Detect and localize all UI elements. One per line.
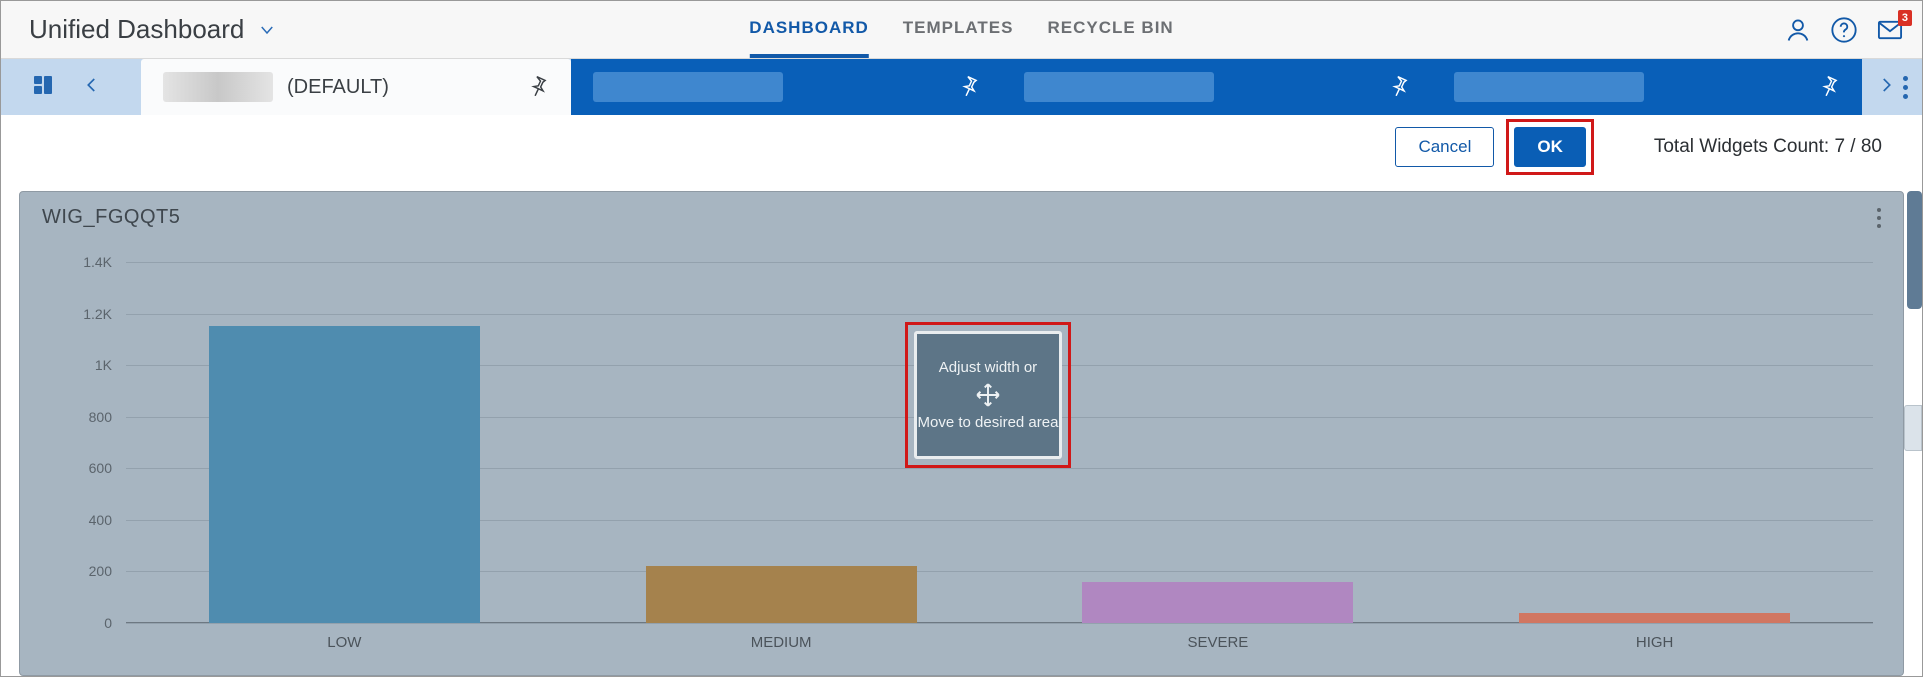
y-tick: 800 bbox=[60, 409, 120, 425]
pin-icon[interactable] bbox=[958, 74, 980, 101]
x-label: MEDIUM bbox=[563, 634, 1000, 651]
y-tick: 400 bbox=[60, 512, 120, 528]
tab-scroll-left[interactable] bbox=[83, 76, 101, 99]
drag-tile-text-2: Move to desired area bbox=[918, 414, 1059, 431]
action-row: Cancel OK Total Widgets Count: 7 / 80 bbox=[1, 115, 1922, 179]
widget-menu-icon[interactable] bbox=[1877, 208, 1881, 228]
title-right-icons: 3 bbox=[1784, 16, 1904, 44]
side-expand-handle[interactable] bbox=[1904, 405, 1922, 451]
widget-count-prefix: Total Widgets Count: bbox=[1654, 136, 1835, 157]
tab-name-redacted bbox=[593, 72, 783, 102]
tab-2[interactable] bbox=[571, 59, 1001, 115]
tab-scroll-right[interactable] bbox=[1877, 76, 1895, 99]
tab-strip-left-controls bbox=[1, 59, 141, 115]
pin-icon[interactable] bbox=[1388, 74, 1410, 101]
tab-strip-menu-icon[interactable] bbox=[1903, 76, 1908, 99]
x-label: LOW bbox=[126, 634, 563, 651]
widget-card: WIG_FGQQT5 0 200 400 600 800 1K 1.2K 1.4K LOWME… bbox=[19, 191, 1904, 676]
pin-icon[interactable] bbox=[1818, 74, 1840, 101]
drag-tile[interactable]: Adjust width or Move to desired area bbox=[914, 331, 1062, 459]
drag-tile-highlight: Adjust width or Move to desired area bbox=[905, 322, 1071, 468]
bar[interactable] bbox=[1082, 582, 1353, 623]
title-bar: Unified Dashboard DASHBOARD TEMPLATES RE… bbox=[1, 1, 1922, 59]
tab-3[interactable] bbox=[1002, 59, 1432, 115]
nav-dashboard[interactable]: DASHBOARD bbox=[749, 1, 869, 58]
y-axis: 02004006008001K1.2K1.4K bbox=[60, 262, 120, 623]
tab-4[interactable] bbox=[1432, 59, 1862, 115]
nav-templates[interactable]: TEMPLATES bbox=[903, 1, 1014, 58]
y-tick: 0 bbox=[60, 615, 120, 631]
bar-slot: LOW bbox=[126, 262, 563, 623]
cancel-button[interactable]: Cancel bbox=[1395, 127, 1494, 167]
title-dropdown-caret[interactable] bbox=[258, 21, 276, 39]
ok-button-highlight: OK bbox=[1506, 119, 1594, 175]
bar[interactable] bbox=[1519, 613, 1790, 623]
mail-badge: 3 bbox=[1898, 10, 1912, 26]
tab-name-redacted bbox=[163, 72, 273, 102]
y-tick: 1K bbox=[60, 357, 120, 373]
y-tick: 1.2K bbox=[60, 306, 120, 322]
move-icon bbox=[975, 382, 1001, 408]
y-tick: 200 bbox=[60, 563, 120, 579]
mail-icon[interactable]: 3 bbox=[1876, 16, 1904, 44]
dashboard-tab-strip: (DEFAULT) bbox=[1, 59, 1922, 115]
pin-icon[interactable] bbox=[527, 74, 549, 101]
top-nav: DASHBOARD TEMPLATES RECYCLE BIN bbox=[749, 1, 1173, 58]
tab-default[interactable]: (DEFAULT) bbox=[141, 59, 571, 115]
tab-name-redacted bbox=[1454, 72, 1644, 102]
widget-count: Total Widgets Count: 7 / 80 bbox=[1654, 136, 1882, 158]
widget-count-value: 7 / 80 bbox=[1834, 136, 1882, 157]
help-icon[interactable] bbox=[1830, 16, 1858, 44]
bar[interactable] bbox=[209, 326, 480, 623]
ok-button[interactable]: OK bbox=[1514, 127, 1586, 167]
chevron-down-icon bbox=[258, 21, 276, 39]
tab-strip-right-controls bbox=[1862, 59, 1922, 115]
action-buttons: Cancel OK bbox=[1395, 119, 1593, 175]
dashboard-canvas: WIG_FGQQT5 0 200 400 600 800 1K 1.2K 1.4K LOWME… bbox=[1, 179, 1922, 676]
widget-header: WIG_FGQQT5 bbox=[20, 192, 1903, 233]
bar[interactable] bbox=[646, 566, 917, 623]
nav-recycle-bin[interactable]: RECYCLE BIN bbox=[1047, 1, 1173, 58]
x-label: HIGH bbox=[1436, 634, 1873, 651]
y-tick: 600 bbox=[60, 460, 120, 476]
x-label: SEVERE bbox=[1000, 634, 1437, 651]
layout-icon[interactable] bbox=[31, 73, 55, 102]
app-title: Unified Dashboard bbox=[29, 14, 244, 45]
bar-slot: HIGH bbox=[1436, 262, 1873, 623]
tab-name-redacted bbox=[1024, 72, 1214, 102]
tab-default-label: (DEFAULT) bbox=[287, 76, 389, 99]
user-icon[interactable] bbox=[1784, 16, 1812, 44]
y-tick: 1.4K bbox=[60, 254, 120, 270]
scrollbar-thumb[interactable] bbox=[1907, 191, 1922, 309]
drag-tile-text-1: Adjust width or bbox=[939, 359, 1037, 376]
widget-title: WIG_FGQQT5 bbox=[42, 206, 180, 229]
